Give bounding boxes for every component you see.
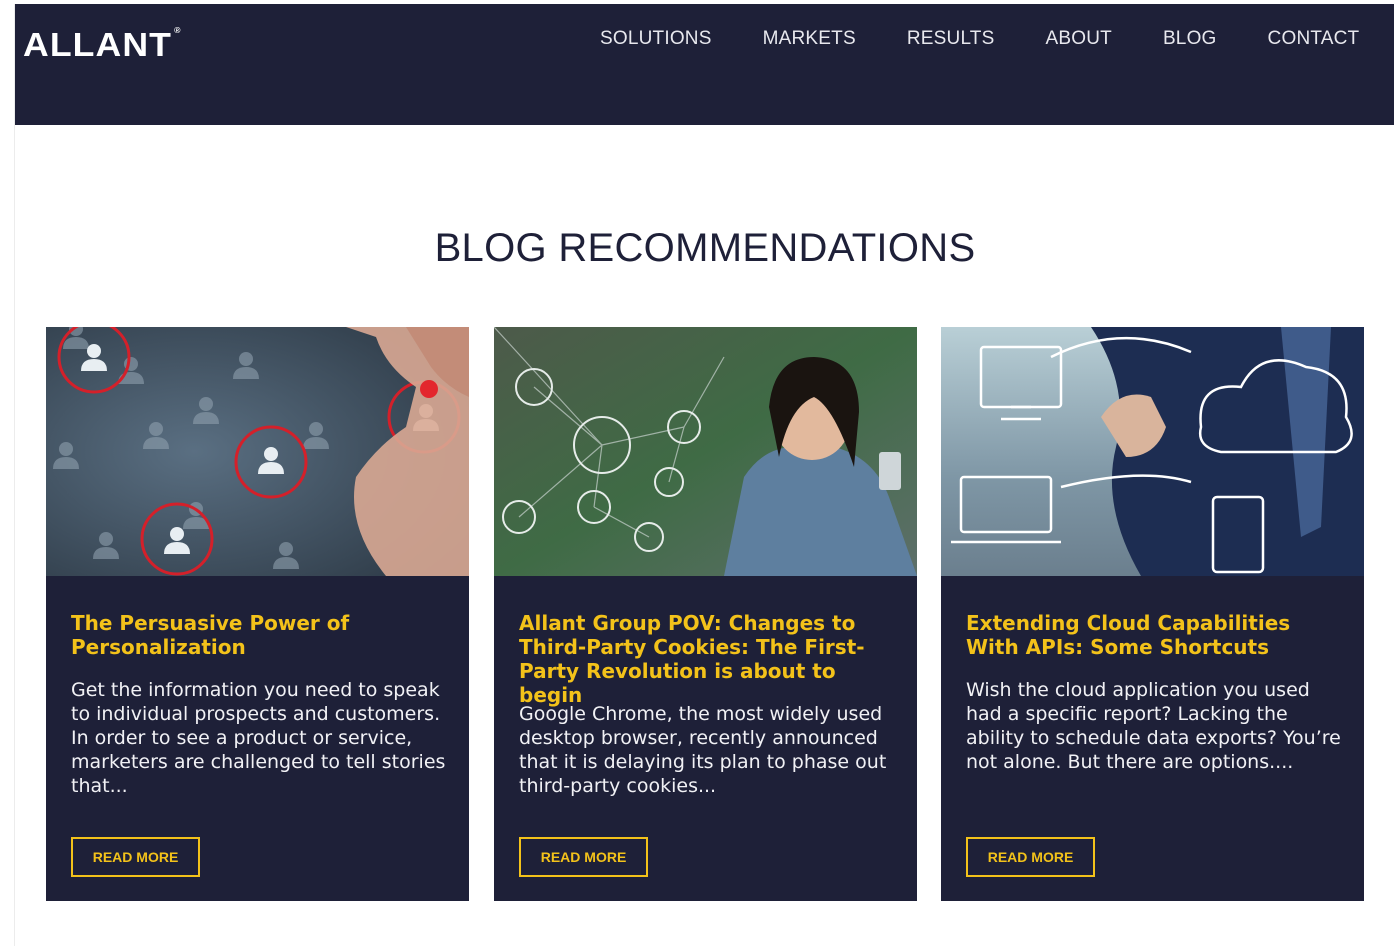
card-title[interactable]: Allant Group POV: Changes to Third-Party… (519, 611, 889, 707)
card-title[interactable]: Extending Cloud Capabilities With APIs: … (966, 611, 1336, 659)
woman-phone-network-photo-icon (494, 327, 917, 576)
card-image-cookies[interactable] (494, 327, 917, 576)
card-image-personalization[interactable] (46, 327, 469, 576)
card-image-cloud[interactable] (941, 327, 1364, 576)
cloud-businessman-photo-icon (941, 327, 1364, 576)
logo-registered-mark: ® (174, 26, 182, 35)
logo-text: ALLANT (23, 26, 173, 63)
main-nav: SOLUTIONS MARKETS RESULTS ABOUT BLOG CON… (600, 28, 1359, 50)
card-title[interactable]: The Persuasive Power of Personalization (71, 611, 441, 659)
read-more-button[interactable]: READ MORE (966, 837, 1095, 877)
card-excerpt: Wish the cloud application you used had … (966, 679, 1341, 773)
nav-solutions[interactable]: SOLUTIONS (600, 28, 712, 50)
allant-logo[interactable]: ALLANT ® (23, 26, 182, 64)
section-title: BLOG RECOMMENDATIONS (434, 226, 976, 270)
read-more-button[interactable]: READ MORE (519, 837, 648, 877)
read-more-button[interactable]: READ MORE (71, 837, 200, 877)
nav-blog[interactable]: BLOG (1163, 28, 1217, 50)
nav-contact[interactable]: CONTACT (1268, 28, 1360, 50)
card-excerpt: Google Chrome, the most widely used desk… (519, 703, 887, 797)
nav-about[interactable]: ABOUT (1045, 28, 1111, 50)
nav-results[interactable]: RESULTS (907, 28, 995, 50)
card-excerpt: Get the information you need to speak to… (71, 679, 446, 797)
personalization-photo-icon (46, 327, 469, 576)
blog-card: The Persuasive Power of Personalization … (46, 327, 469, 901)
blog-card: Allant Group POV: Changes to Third-Party… (494, 327, 917, 901)
nav-markets[interactable]: MARKETS (763, 28, 856, 50)
blog-card: Extending Cloud Capabilities With APIs: … (941, 327, 1364, 901)
site-header: ALLANT ® SOLUTIONS MARKETS RESULTS ABOUT … (15, 4, 1394, 125)
